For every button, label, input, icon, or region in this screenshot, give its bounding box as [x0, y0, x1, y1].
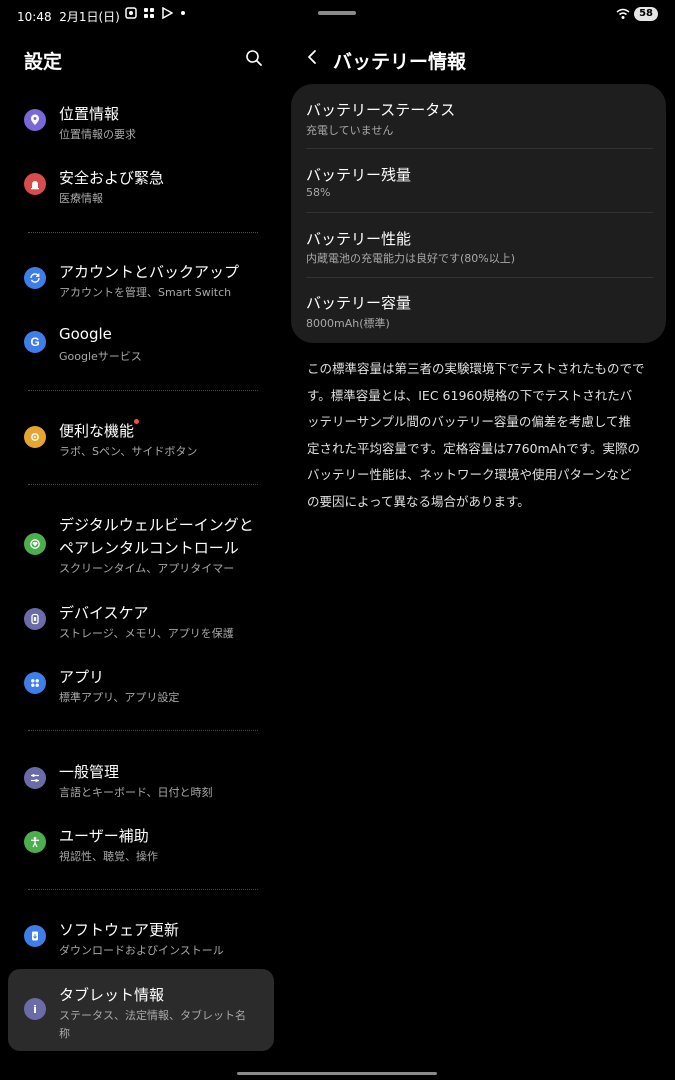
menu-item-subtitle: スクリーンタイム、アプリタイマー [59, 562, 235, 575]
menu-item-subtitle: 言語とキーボード、日付と時刻 [59, 786, 213, 799]
app-grid-icon [144, 8, 154, 18]
menu-item-tablet-info[interactable]: i タブレット情報 ステータス、法定情報、タブレット名 称 [8, 969, 274, 1051]
menu-item-software-update[interactable]: ソフトウェア更新 ダウンロードおよびインストール [8, 912, 274, 964]
wifi-icon [616, 8, 630, 19]
accessibility-icon [24, 831, 46, 853]
menu-item-subtitle: ラボ、Sペン、サイドボタン [59, 445, 198, 458]
status-system-icons: 58 [616, 7, 658, 21]
device-care-icon [24, 608, 46, 630]
menu-item-title: 安全および緊急 [59, 169, 165, 187]
google-icon: G [24, 331, 46, 353]
software-update-icon [24, 925, 46, 947]
back-arrow-icon[interactable] [304, 48, 320, 66]
location-icon [24, 109, 46, 131]
general-management-icon [24, 767, 46, 789]
emergency-icon [24, 173, 46, 195]
row-value: 8000mAh(標準) [306, 317, 390, 330]
menu-item-google[interactable]: G Google Googleサービス [8, 318, 274, 370]
menu-item-subtitle: 視認性、聴覚、操作 [59, 850, 158, 863]
notification-handle[interactable] [318, 11, 356, 15]
menu-item-accessibility[interactable]: ユーザー補助 視認性、聴覚、操作 [8, 818, 274, 870]
menu-item-device-care[interactable]: デバイスケア ストレージ、メモリ、アプリを保護 [8, 595, 274, 647]
menu-item-subtitle: 位置情報の要求 [59, 128, 136, 141]
menu-item-digital-wellbeing[interactable]: デジタルウェルビーイングと ペアレンタルコントロール スクリーンタイム、アプリタ… [8, 508, 274, 580]
note-line: ッテリーサンプル間のバッテリー容量の偏差を考慮して推 [307, 414, 632, 429]
note-line: 定された平均容量です。定格容量は7760mAhです。実際の [307, 440, 640, 456]
note-line: バッテリー性能は、ネットワーク環境や使用パターンなど [307, 467, 632, 482]
menu-item-title-line2: ペアレンタルコントロール [59, 539, 239, 557]
screenshot-icon [125, 7, 137, 19]
menu-item-accounts-backup[interactable]: アカウントとバックアップ アカウントを管理、Smart Switch [8, 254, 274, 306]
note-line: す。標準容量とは、IEC 61960規格の下でテストされたバ [307, 387, 633, 403]
row-label: バッテリーステータス [306, 101, 456, 119]
home-gesture-bar[interactable] [237, 1072, 437, 1075]
menu-item-general-management[interactable]: 一般管理 言語とキーボード、日付と時刻 [8, 754, 274, 806]
page-title: バッテリー情報 [333, 51, 467, 73]
section-divider [28, 484, 258, 485]
note-line: この標準容量は第三者の実験環境下でテストされたものでで [307, 361, 645, 376]
menu-item-title: 位置情報 [59, 105, 120, 123]
row-value: 内蔵電池の充電能力は良好です(80%以上) [306, 252, 516, 265]
menu-item-location[interactable]: 位置情報 位置情報の要求 [8, 96, 274, 148]
menu-item-subtitle: Googleサービス [59, 350, 142, 363]
menu-item-subtitle: ストレージ、メモリ、アプリを保護 [59, 627, 234, 640]
menu-item-subtitle: ステータス、法定情報、タブレット名 [59, 1009, 246, 1022]
menu-item-safety-emergency[interactable]: 安全および緊急 医療情報 [8, 160, 274, 212]
menu-item-subtitle: ダウンロードおよびインストール [59, 944, 224, 957]
section-divider [28, 889, 258, 890]
menu-item-subtitle: 標準アプリ、アプリ設定 [59, 691, 180, 704]
battery-info-card: バッテリーステータス 充電していません バッテリー残量 58% バッテリー性能 … [291, 84, 666, 343]
info-icon: i [24, 998, 46, 1020]
menu-item-title: ソフトウェア更新 [59, 921, 180, 939]
status-bar: 10:48 2月1日(日) 58 [0, 0, 675, 32]
menu-item-title: アプリ [59, 668, 105, 686]
row-divider [306, 212, 653, 213]
new-feature-badge [134, 419, 139, 424]
status-time-date: 10:48 2月1日(日) [17, 10, 120, 24]
row-value: 充電していません [306, 124, 394, 137]
row-label: バッテリー残量 [306, 166, 412, 184]
note-line: の要因によって異なる場合があります。 [307, 493, 530, 509]
search-icon[interactable] [244, 48, 264, 68]
row-label: バッテリー容量 [306, 294, 412, 312]
status-notification-icons [125, 7, 185, 19]
menu-item-subtitle: 医療情報 [59, 192, 103, 205]
row-label: バッテリー性能 [306, 230, 412, 248]
menu-item-title: Google [59, 325, 112, 343]
apps-icon [24, 672, 46, 694]
battery-level-badge: 58 [634, 7, 658, 21]
menu-item-advanced-features[interactable]: 便利な機能 ラボ、Sペン、サイドボタン [8, 413, 274, 465]
section-divider [28, 232, 258, 233]
menu-item-title: 一般管理 [59, 763, 120, 781]
menu-item-title: アカウントとバックアップ [59, 263, 240, 281]
menu-item-title: タブレット情報 [59, 986, 165, 1004]
menu-item-subtitle-line2: 称 [59, 1027, 70, 1040]
menu-item-subtitle: アカウントを管理、Smart Switch [59, 286, 232, 299]
wellbeing-icon [24, 533, 46, 555]
row-divider [306, 148, 653, 149]
play-store-icon [162, 7, 173, 19]
sync-icon [24, 267, 46, 289]
notification-dot [181, 11, 185, 15]
menu-item-title: デバイスケア [59, 604, 149, 622]
menu-item-title: ユーザー補助 [59, 827, 149, 845]
menu-item-title: デジタルウェルビーイングと [59, 516, 254, 534]
section-divider [28, 730, 258, 731]
row-divider [306, 277, 653, 278]
advanced-features-icon [24, 426, 46, 448]
section-divider [28, 390, 258, 391]
capacity-explanation-text: この標準容量は第三者の実験環境下でテストされたものでで す。標準容量とは、IEC… [307, 356, 652, 515]
menu-item-title: 便利な機能 [59, 422, 135, 440]
menu-item-apps[interactable]: アプリ 標準アプリ、アプリ設定 [8, 659, 274, 711]
row-value: 58% [306, 186, 331, 199]
settings-title: 設定 [24, 51, 63, 73]
